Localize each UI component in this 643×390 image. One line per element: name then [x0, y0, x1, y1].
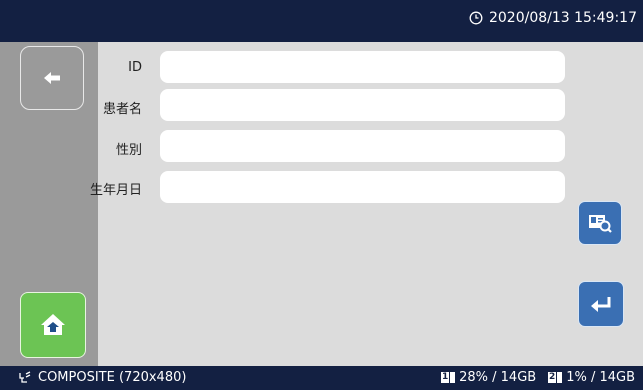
- id-label: ID: [128, 60, 142, 75]
- arrow-left-icon: [44, 72, 60, 84]
- home-icon: [41, 314, 65, 335]
- clock-icon: [469, 11, 483, 25]
- back-button[interactable]: [20, 46, 84, 110]
- video-source: COMPOSITE (720x480): [18, 370, 186, 385]
- video-source-icon: [19, 371, 31, 383]
- patient-search-button[interactable]: [578, 201, 622, 245]
- birth-date-label: 生年月日: [89, 183, 142, 198]
- top-bar: 2020/08/13 15:49:17: [0, 0, 643, 42]
- birth-date-field[interactable]: [160, 171, 565, 203]
- patient-search-icon: [589, 215, 612, 233]
- sex-label: 性別: [115, 143, 142, 158]
- enter-button[interactable]: [578, 281, 624, 327]
- patient-name-label: 患者名: [102, 102, 142, 117]
- video-source-label: COMPOSITE (720x480): [38, 370, 187, 385]
- storage-status: 1 28% / 14GB 2 1% / 14GB: [441, 370, 635, 385]
- patient-name-field[interactable]: [160, 89, 565, 121]
- datetime-text: 2020/08/13 15:49:17: [488, 10, 637, 26]
- status-bar: COMPOSITE (720x480) 1 28% / 14GB 2 1% / …: [0, 366, 643, 390]
- home-button[interactable]: [20, 292, 86, 358]
- id-field[interactable]: [160, 51, 565, 83]
- enter-icon: [591, 297, 611, 312]
- disk2-icon: 2: [548, 372, 563, 383]
- disk2-usage: 1% / 14GB: [566, 370, 635, 385]
- sex-field[interactable]: [160, 130, 565, 162]
- disk1-usage: 28% / 14GB: [459, 370, 537, 385]
- disk1-icon: 1: [441, 372, 456, 383]
- datetime-display: 2020/08/13 15:49:17: [469, 10, 637, 26]
